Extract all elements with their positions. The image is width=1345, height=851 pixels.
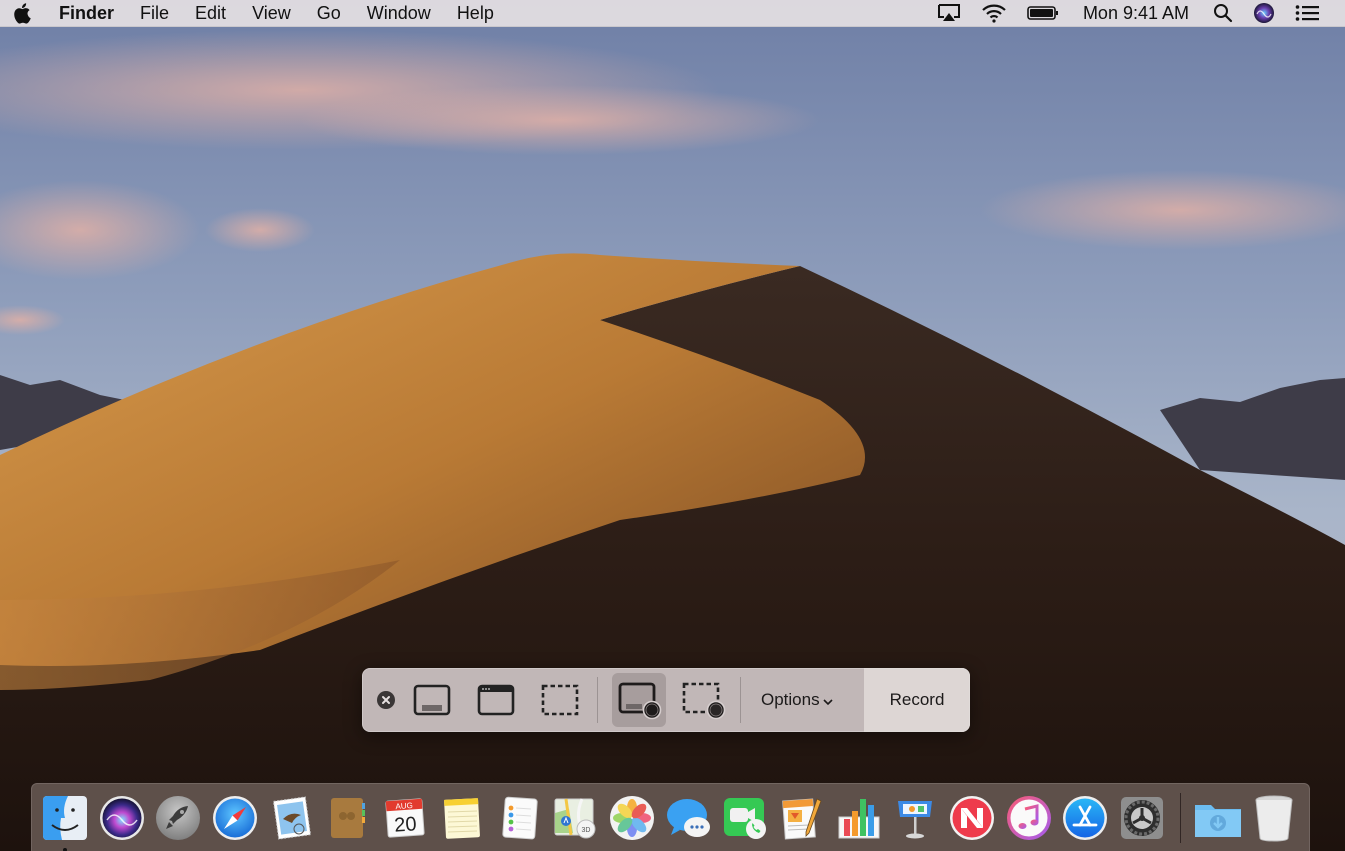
dock-item-news[interactable] <box>947 793 997 843</box>
entire-screen-icon <box>413 684 451 716</box>
keynote-icon <box>898 800 933 838</box>
selection-icon <box>541 684 579 716</box>
safari-icon <box>213 795 258 840</box>
dock-item-pages[interactable] <box>777 793 827 843</box>
running-indicator <box>63 847 67 851</box>
toolbar-divider <box>597 677 598 723</box>
calendar-day: 20 <box>394 813 418 836</box>
dock-item-calendar[interactable]: AUG 20 <box>380 793 430 843</box>
dock-item-maps[interactable]: 3D <box>550 793 600 843</box>
clock[interactable]: Mon 9:41 AM <box>1069 0 1203 26</box>
toolbar-divider <box>740 677 741 723</box>
dock-item-numbers[interactable] <box>834 793 884 843</box>
screenshot-toolbar: Options Record <box>362 668 970 732</box>
window-icon <box>477 684 515 716</box>
messages-icon <box>666 798 710 837</box>
reminders-icon <box>501 796 538 839</box>
dock-item-finder[interactable] <box>40 793 90 851</box>
pages-icon <box>782 797 822 840</box>
record-selection-icon <box>682 682 726 720</box>
chevron-down-icon <box>823 699 833 706</box>
menu-bar: Finder File Edit View Go Window Help Mon… <box>0 0 1345 27</box>
facetime-icon <box>724 797 767 839</box>
spotlight-search-icon[interactable] <box>1203 0 1243 26</box>
numbers-icon <box>838 798 880 838</box>
launchpad-icon <box>156 795 201 840</box>
menu-help[interactable]: Help <box>444 0 507 26</box>
downloads-folder-icon <box>1194 804 1241 837</box>
siri-icon[interactable] <box>1243 0 1285 26</box>
menu-edit[interactable]: Edit <box>182 0 239 26</box>
notes-icon <box>443 797 480 839</box>
calendar-month: AUG <box>395 800 413 810</box>
options-label: Options <box>761 690 820 709</box>
menu-app-finder[interactable]: Finder <box>59 0 127 26</box>
record-screen-icon <box>618 682 662 720</box>
menu-file[interactable]: File <box>127 0 182 26</box>
dock-item-notes[interactable] <box>437 793 487 843</box>
apple-logo-icon[interactable] <box>13 2 35 24</box>
dock-item-photos[interactable] <box>607 793 657 843</box>
record-button[interactable]: Record <box>864 668 970 732</box>
menu-go[interactable]: Go <box>304 0 354 26</box>
airplay-icon[interactable] <box>927 0 971 26</box>
dock-item-messages[interactable] <box>664 793 714 843</box>
siri-icon <box>99 795 144 840</box>
mail-icon <box>272 795 311 840</box>
system-preferences-icon <box>1121 796 1164 839</box>
dock-item-app-store[interactable] <box>1060 793 1110 843</box>
dock-item-itunes[interactable] <box>1004 793 1054 843</box>
record-entire-screen-button[interactable] <box>612 673 666 727</box>
menu-view[interactable]: View <box>239 0 304 26</box>
dock-stack-downloads[interactable] <box>1193 793 1243 843</box>
maps-icon: 3D <box>554 797 596 838</box>
notification-center-icon[interactable] <box>1285 0 1329 26</box>
news-icon <box>950 795 994 840</box>
capture-entire-screen-button[interactable] <box>405 673 459 727</box>
finder-icon <box>43 795 87 840</box>
itunes-icon <box>1006 795 1051 840</box>
capture-selected-portion-button[interactable] <box>533 673 587 727</box>
trash-icon <box>1255 795 1293 842</box>
dock-item-safari[interactable] <box>210 793 260 843</box>
contacts-icon <box>331 797 366 838</box>
dock-stack-trash[interactable] <box>1249 793 1299 843</box>
dock-item-keynote[interactable] <box>890 793 940 843</box>
battery-icon[interactable] <box>1017 0 1069 26</box>
maps-3d-badge: 3D <box>582 827 591 834</box>
dock-item-reminders[interactable] <box>494 793 544 843</box>
dock-item-siri[interactable] <box>97 793 147 843</box>
close-icon[interactable] <box>377 691 395 709</box>
dock-item-facetime[interactable] <box>720 793 770 843</box>
wifi-icon[interactable] <box>971 0 1017 26</box>
photos-icon <box>609 795 654 840</box>
options-menu-button[interactable]: Options <box>751 668 847 732</box>
capture-selected-window-button[interactable] <box>469 673 523 727</box>
record-selected-portion-button[interactable] <box>676 673 730 727</box>
dock-item-system-preferences[interactable] <box>1117 793 1167 843</box>
dock-item-contacts[interactable] <box>323 793 373 843</box>
app-store-icon <box>1063 795 1108 840</box>
dock: AUG 20 3D <box>31 783 1310 851</box>
dock-divider <box>1179 792 1181 843</box>
dock-item-launchpad[interactable] <box>153 793 203 843</box>
menu-window[interactable]: Window <box>354 0 444 26</box>
calendar-icon: AUG 20 <box>385 797 425 838</box>
dock-item-mail[interactable] <box>267 793 317 843</box>
